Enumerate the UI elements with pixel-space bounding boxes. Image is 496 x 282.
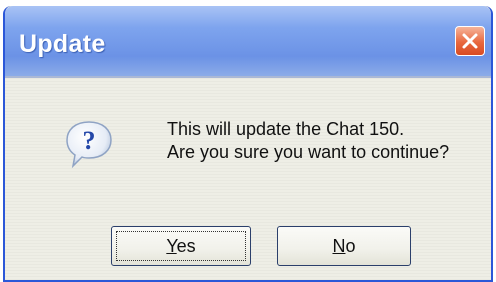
no-label-rest: o	[345, 235, 356, 256]
yes-button-label: Yes	[166, 236, 195, 257]
question-icon: ?	[63, 118, 115, 177]
dialog-message: This will update the Chat 150. Are you s…	[167, 118, 449, 164]
yes-button[interactable]: Yes	[111, 226, 251, 266]
no-button-label: No	[332, 236, 355, 257]
no-button[interactable]: No	[277, 226, 411, 266]
no-mnemonic: N	[332, 235, 346, 256]
dialog-title: Update	[19, 30, 106, 58]
yes-mnemonic: Y	[166, 235, 177, 256]
message-line-1: This will update the Chat 150.	[167, 119, 405, 139]
svg-text:?: ?	[83, 126, 96, 155]
close-icon	[461, 32, 479, 50]
update-dialog: Update ? This will update the Chat 150. …	[3, 6, 493, 282]
title-bar[interactable]: Update	[5, 6, 491, 78]
dialog-body: ? This will update the Chat 150. Are you…	[5, 78, 491, 280]
close-button[interactable]	[455, 26, 485, 56]
message-line-2: Are you sure you want to continue?	[167, 142, 450, 162]
yes-label-rest: es	[176, 235, 196, 256]
